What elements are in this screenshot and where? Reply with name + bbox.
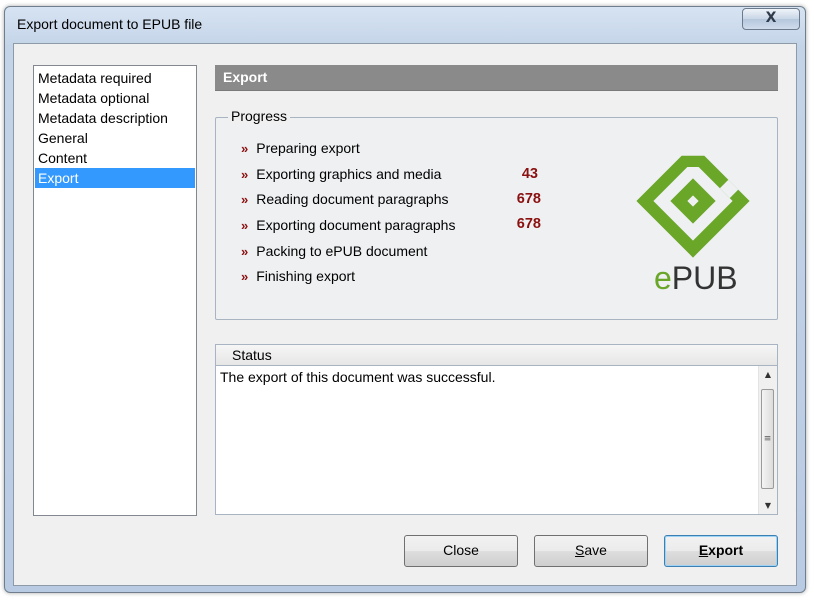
nav-item-general[interactable]: General [35, 128, 195, 148]
progress-step: » Exporting graphics and media [241, 164, 441, 184]
epub-logo-icon [636, 155, 750, 258]
window-close-button[interactable]: X [742, 8, 800, 30]
progress-step: » Reading document paragraphs [241, 189, 448, 209]
section-header: Export [215, 65, 778, 91]
export-dialog-window: Export document to EPUB file X Metadata … [4, 6, 806, 593]
nav-item-metadata-description[interactable]: Metadata description [35, 108, 195, 128]
close-button[interactable]: Close [404, 535, 518, 567]
window-title: Export document to EPUB file [17, 16, 203, 32]
nav-item-export[interactable]: Export [35, 168, 195, 188]
step-label: Reading document paragraphs [256, 191, 449, 207]
export-button[interactable]: Export [664, 535, 778, 567]
step-arrow-icon: » [241, 167, 249, 182]
status-scrollbar[interactable]: ▲ ≡ ▼ [758, 366, 777, 514]
scroll-down-arrow-icon[interactable]: ▼ [759, 497, 777, 514]
progress-step: » Packing to ePUB document [241, 241, 427, 261]
step-count: 678 [516, 216, 541, 232]
step-count: 43 [521, 166, 538, 182]
save-button[interactable]: Save [534, 535, 648, 567]
progress-legend: Progress [228, 108, 291, 124]
epub-logo-text: ePUB [654, 260, 738, 296]
nav-item-metadata-optional[interactable]: Metadata optional [35, 88, 195, 108]
step-label: Exporting graphics and media [256, 166, 442, 182]
step-label: Preparing export [256, 140, 360, 156]
progress-group: Progress » Preparing export » Exporting gr… [215, 108, 778, 320]
progress-step: » Preparing export [241, 138, 360, 158]
dialog-client-area: Metadata required Metadata optional Meta… [13, 43, 797, 586]
progress-step: » Finishing export [241, 266, 355, 286]
step-arrow-icon: » [241, 192, 249, 207]
nav-item-metadata-required[interactable]: Metadata required [35, 68, 195, 88]
step-label: Finishing export [256, 268, 356, 284]
progress-step: » Exporting document paragraphs [241, 215, 455, 235]
step-arrow-icon: » [241, 269, 249, 284]
step-arrow-icon: » [241, 244, 249, 259]
step-arrow-icon: » [241, 218, 249, 233]
status-header: Status [215, 344, 778, 365]
status-textbox[interactable]: The export of this document was successf… [215, 365, 778, 515]
title-bar[interactable]: Export document to EPUB file X [5, 7, 805, 41]
nav-item-content[interactable]: Content [35, 148, 195, 168]
step-label: Packing to ePUB document [256, 243, 428, 259]
settings-category-list[interactable]: Metadata required Metadata optional Meta… [33, 65, 197, 516]
scroll-up-arrow-icon[interactable]: ▲ [759, 366, 777, 383]
close-icon: X [765, 10, 777, 26]
status-message: The export of this document was successf… [220, 369, 496, 385]
step-label: Exporting document paragraphs [256, 217, 456, 233]
step-count: 678 [516, 191, 541, 207]
scroll-thumb[interactable]: ≡ [761, 389, 774, 489]
step-arrow-icon: » [241, 141, 249, 156]
